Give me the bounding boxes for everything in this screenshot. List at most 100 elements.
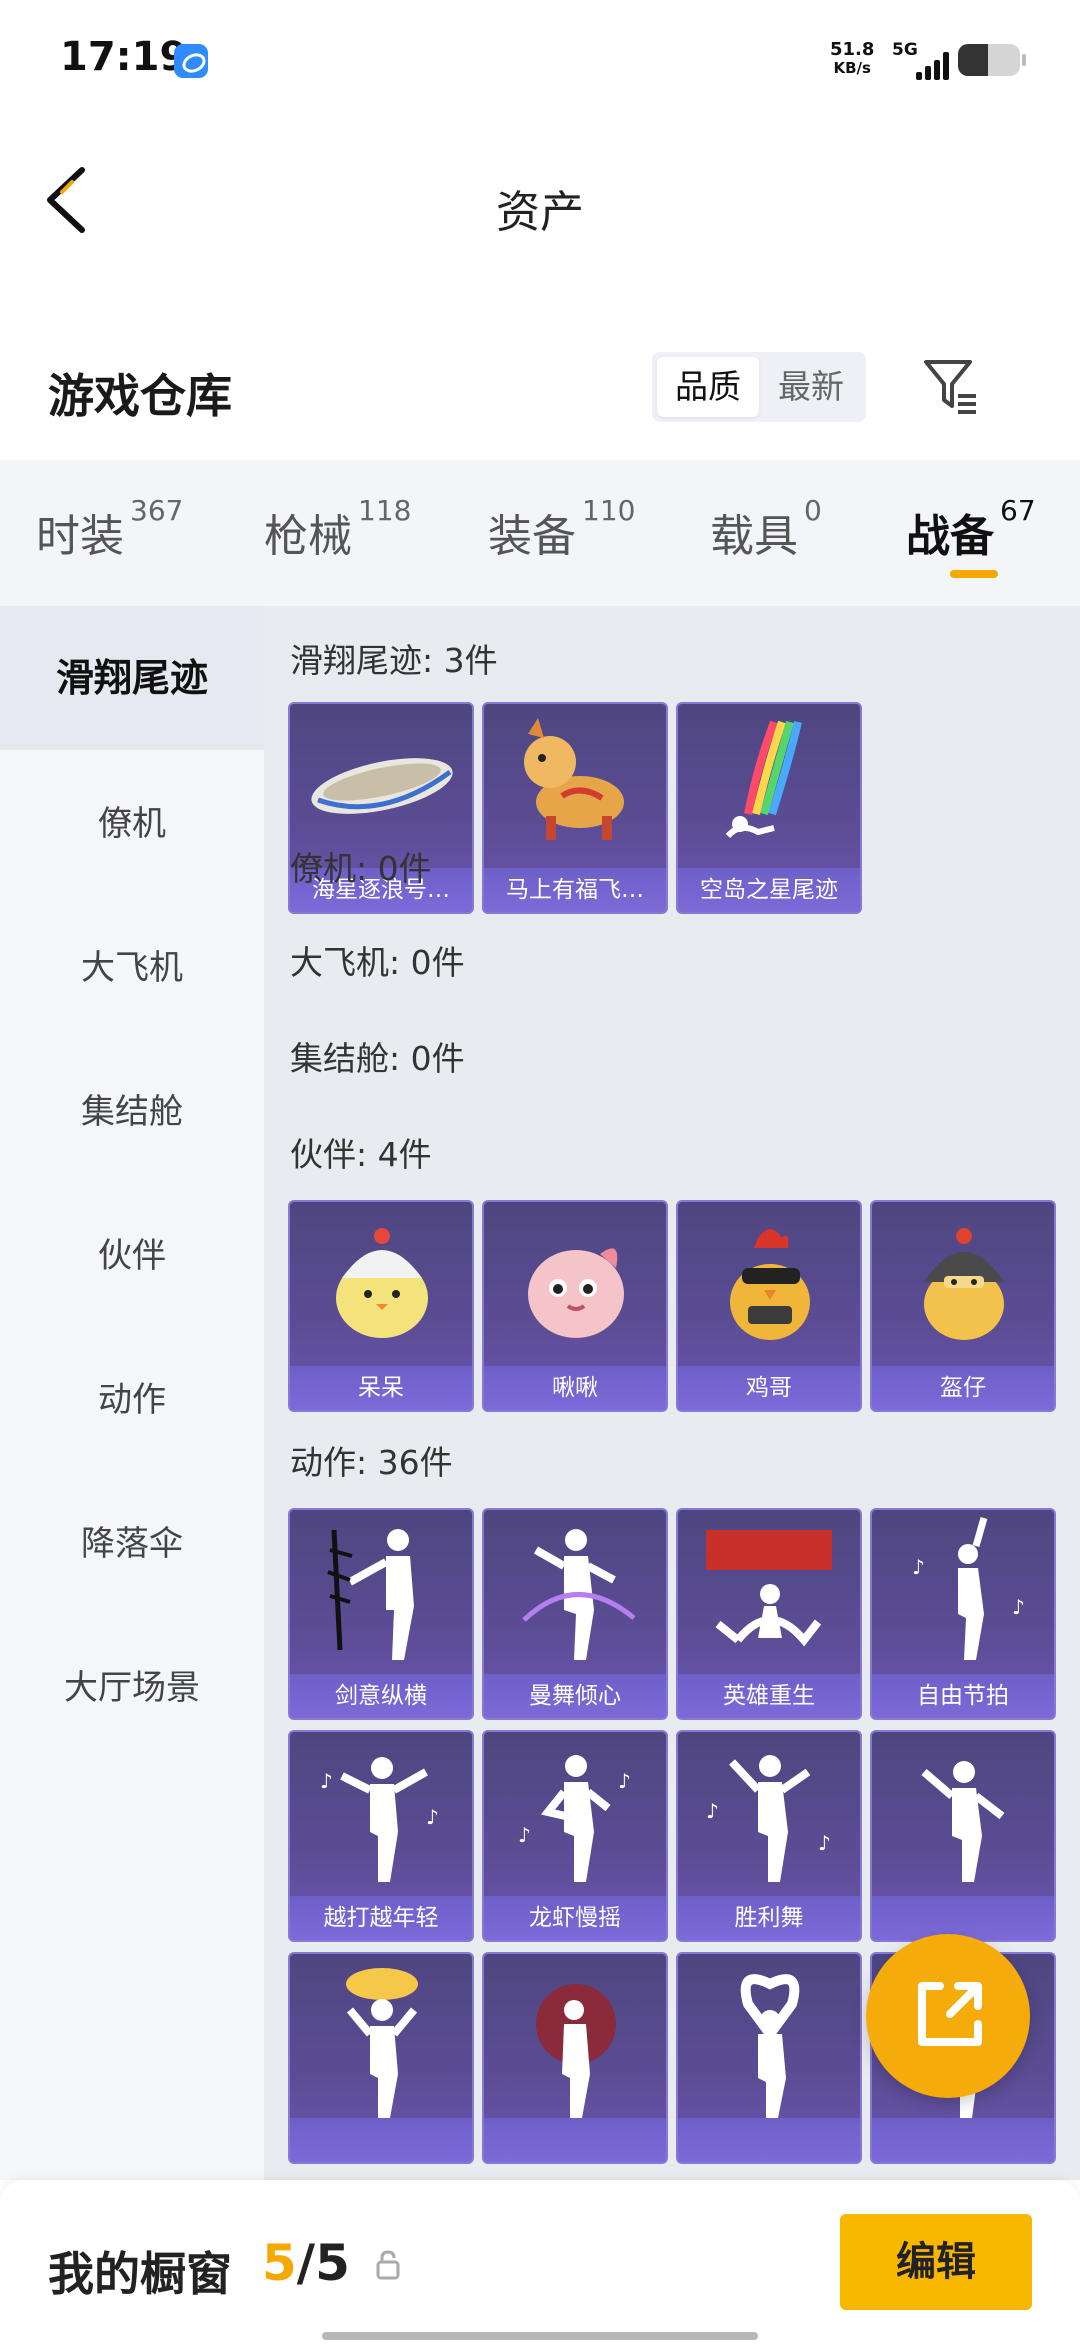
section-title: 大飞机: 0件 bbox=[290, 943, 465, 982]
horse-thumbnail bbox=[524, 718, 624, 840]
item-card[interactable]: 啾啾 bbox=[482, 1200, 668, 1412]
item-card[interactable]: 空岛之星尾迹 bbox=[676, 702, 862, 914]
item-card[interactable]: 马上有福飞… bbox=[482, 702, 668, 914]
tab-vehicles[interactable]: 载具0 bbox=[710, 494, 822, 564]
item-name: 龙虾慢摇 bbox=[484, 1896, 666, 1940]
item-name: 英雄重生 bbox=[678, 1674, 860, 1718]
sort-option-newest[interactable]: 最新 bbox=[760, 357, 862, 417]
item-card[interactable] bbox=[870, 1730, 1056, 1942]
browser-app-icon bbox=[174, 44, 208, 78]
tab-fashion[interactable]: 时装367 bbox=[36, 494, 183, 564]
item-card[interactable] bbox=[482, 1952, 668, 2164]
tab-label: 装备 bbox=[488, 511, 576, 562]
showcase-bar: 我的橱窗 5/5 编辑 bbox=[0, 2180, 1080, 2344]
battery-icon bbox=[958, 44, 1026, 76]
item-card[interactable]: 曼舞倾心 bbox=[482, 1508, 668, 1720]
tab-count: 67 bbox=[1000, 494, 1036, 527]
status-bar: 17:19 51.8 KB/s 5G bbox=[0, 0, 1080, 120]
item-card[interactable]: 盔仔 bbox=[870, 1200, 1056, 1412]
tab-label: 时装 bbox=[36, 511, 124, 562]
page-title: 资产 bbox=[496, 187, 584, 238]
item-name: 胜利舞 bbox=[678, 1896, 860, 1940]
share-external-icon bbox=[918, 1982, 982, 2046]
sidebar-item-emote[interactable]: 动作 bbox=[0, 1352, 264, 1448]
tab-guns[interactable]: 枪械118 bbox=[264, 494, 411, 564]
item-name bbox=[872, 2118, 1054, 2162]
tab-label: 枪械 bbox=[264, 511, 352, 562]
sidebar-item-rally-pod[interactable]: 集结舱 bbox=[0, 1064, 264, 1160]
svg-text:♪: ♪ bbox=[1012, 1595, 1025, 1619]
item-card[interactable]: ♪ ♪ 龙虾慢摇 bbox=[482, 1730, 668, 1942]
item-name bbox=[290, 2118, 472, 2162]
title-bar: 资产 bbox=[0, 120, 1080, 280]
item-card[interactable]: ♪ ♪ 胜利舞 bbox=[676, 1730, 862, 1942]
svg-text:♪: ♪ bbox=[320, 1769, 333, 1793]
showcase-label: 我的橱窗 bbox=[48, 2247, 232, 2301]
item-card[interactable]: 英雄重生 bbox=[676, 1508, 862, 1720]
dancer-thumbnail: ♪ ♪ bbox=[518, 1755, 631, 1882]
tab-count: 367 bbox=[130, 494, 184, 527]
item-name: 啾啾 bbox=[484, 1366, 666, 1410]
sidebar-item-wingman[interactable]: 僚机 bbox=[0, 776, 264, 872]
tab-count: 118 bbox=[358, 494, 412, 527]
item-name: 空岛之星尾迹 bbox=[678, 868, 860, 912]
item-card[interactable]: 剑意纵横 bbox=[288, 1508, 474, 1720]
lock-icon bbox=[374, 2248, 402, 2280]
sidebar-item-big-plane[interactable]: 大飞机 bbox=[0, 920, 264, 1016]
svg-text:♪: ♪ bbox=[706, 1799, 719, 1823]
rooster-thumbnail bbox=[730, 1229, 810, 1340]
status-time: 17:19 bbox=[60, 34, 188, 80]
helmet-chick-thumbnail bbox=[924, 1228, 1004, 1340]
item-card[interactable] bbox=[676, 1952, 862, 2164]
dancer-thumbnail bbox=[740, 1974, 800, 2118]
tab-count: 110 bbox=[582, 494, 636, 527]
filter-icon[interactable] bbox=[920, 356, 984, 416]
home-indicator[interactable] bbox=[322, 2332, 758, 2340]
item-name bbox=[678, 2118, 860, 2162]
item-name: 马上有福飞… bbox=[484, 868, 666, 912]
item-name: 曼舞倾心 bbox=[484, 1674, 666, 1718]
warehouse-title: 游戏仓库 bbox=[48, 369, 232, 423]
dancer-thumbnail bbox=[327, 1529, 414, 1660]
item-name bbox=[484, 2118, 666, 2162]
dancer-thumbnail bbox=[522, 1529, 636, 1660]
dancer-thumbnail: ♪ ♪ bbox=[912, 1517, 1025, 1660]
hero-pose-thumbnail bbox=[706, 1530, 832, 1647]
sort-option-quality[interactable]: 品质 bbox=[657, 357, 759, 417]
showcase-count-total: 5 bbox=[315, 2234, 350, 2292]
rainbow-trail-thumbnail bbox=[725, 720, 802, 839]
net-speed-value: 51.8 bbox=[830, 39, 875, 60]
item-card[interactable]: ♪ ♪ 自由节拍 bbox=[870, 1508, 1056, 1720]
dancer-thumbnail: ♪ ♪ bbox=[706, 1755, 831, 1882]
showcase-count-current: 5 bbox=[262, 2234, 297, 2292]
dancer-thumbnail bbox=[346, 1968, 418, 2118]
sidebar-item-partner[interactable]: 伙伴 bbox=[0, 1208, 264, 1304]
category-tabs: 时装367 枪械118 装备110 载具0 战备67 bbox=[0, 460, 1080, 606]
item-name: 越打越年轻 bbox=[290, 1896, 472, 1940]
item-card[interactable]: 鸡哥 bbox=[676, 1200, 862, 1412]
sidebar-item-parachute[interactable]: 降落伞 bbox=[0, 1496, 264, 1592]
tab-count: 0 bbox=[804, 494, 822, 527]
item-name: 剑意纵横 bbox=[290, 1674, 472, 1718]
edit-button[interactable]: 编辑 bbox=[840, 2214, 1032, 2310]
tab-equipment[interactable]: 装备110 bbox=[488, 494, 635, 564]
section-title: 滑翔尾迹: 3件 bbox=[290, 641, 498, 680]
net-speed: 51.8 KB/s bbox=[830, 40, 874, 78]
sidebar-item-glide-trail[interactable]: 滑翔尾迹 bbox=[0, 606, 264, 750]
svg-text:♪: ♪ bbox=[426, 1805, 439, 1829]
sidebar-item-lobby-scene[interactable]: 大厅场景 bbox=[0, 1640, 264, 1736]
item-card[interactable]: ♪ ♪ 越打越年轻 bbox=[288, 1730, 474, 1942]
item-name: 盔仔 bbox=[872, 1366, 1054, 1410]
item-card[interactable]: 呆呆 bbox=[288, 1200, 474, 1412]
svg-text:♪: ♪ bbox=[818, 1831, 831, 1855]
sort-toggle: 品质 最新 bbox=[652, 352, 866, 422]
svg-text:♪: ♪ bbox=[912, 1555, 925, 1579]
item-name: 鸡哥 bbox=[678, 1366, 860, 1410]
item-card[interactable] bbox=[288, 1952, 474, 2164]
dancer-thumbnail bbox=[536, 1984, 616, 2118]
signal-icon bbox=[912, 50, 952, 80]
share-button[interactable] bbox=[866, 1934, 1030, 2098]
showcase-count-sep: / bbox=[296, 2234, 316, 2292]
tab-supplies[interactable]: 战备67 bbox=[906, 494, 1036, 564]
net-speed-unit: KB/s bbox=[833, 59, 871, 77]
